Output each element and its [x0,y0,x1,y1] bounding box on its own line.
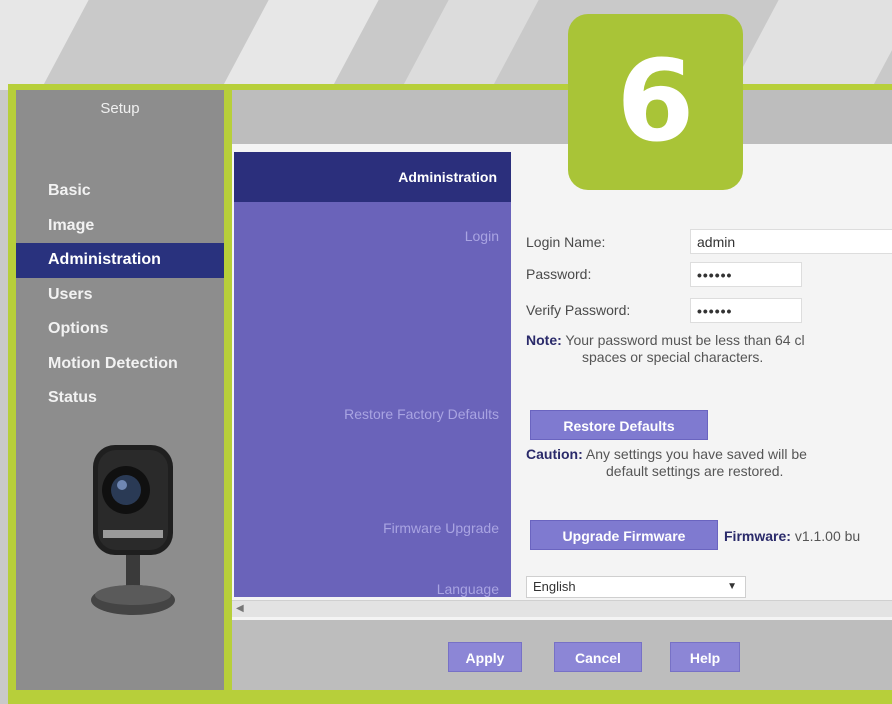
caution-text-line2: default settings are restored. [606,463,784,479]
caution-text-line1: Any settings you have saved will be [585,446,807,462]
background-stripe [0,0,100,90]
section-header: Administration [234,152,511,202]
chevron-down-icon: ▼ [727,581,737,592]
note-prefix: Note: [526,332,562,348]
horizontal-scrollbar[interactable]: ◀ [232,600,892,617]
login-name-input[interactable]: admin [690,229,892,254]
verify-password-input[interactable]: •••••• [690,298,802,323]
cancel-button[interactable]: Cancel [554,642,642,672]
sidebar: Setup Basic Image Administration Users O… [16,90,224,690]
background-stripe [730,0,892,90]
password-label: Password: [526,266,592,282]
step-number-badge: 6 [568,14,743,190]
footer-bar: Apply Cancel Help [232,620,892,690]
language-selected: English [533,579,576,594]
restore-defaults-button[interactable]: Restore Defaults [530,410,708,440]
sidebar-item-users[interactable]: Users [16,278,224,313]
upgrade-firmware-button[interactable]: Upgrade Firmware [530,520,718,550]
content-panel: Administration Login Restore Factory Def… [232,90,892,690]
sidebar-item-administration[interactable]: Administration [16,243,224,278]
top-bar [232,90,892,144]
verify-password-label: Verify Password: [526,302,631,318]
firmware-prefix: Firmware: [724,528,791,544]
firmware-version: Firmware: v1.1.00 bu [724,528,860,545]
login-section-label: Login [464,228,499,244]
sidebar-title: Setup [100,100,140,117]
section-label-column: Administration Login Restore Factory Def… [234,152,511,597]
password-note: Note: Your password must be less than 64… [526,332,805,366]
sidebar-item-options[interactable]: Options [16,312,224,347]
caution-note: Caution: Any settings you have saved wil… [526,446,807,480]
sidebar-nav: Basic Image Administration Users Options… [16,174,224,416]
note-text-line2: spaces or special characters. [582,349,764,365]
sidebar-item-motion-detection[interactable]: Motion Detection [16,347,224,382]
language-select[interactable]: English ▼ [526,576,746,598]
note-text-line1: Your password must be less than 64 cl [565,332,805,348]
restore-section-label: Restore Factory Defaults [344,406,499,422]
caution-prefix: Caution: [526,446,583,462]
help-button[interactable]: Help [670,642,740,672]
apply-button[interactable]: Apply [448,642,522,672]
login-name-label: Login Name: [526,234,606,250]
background-stripe [400,0,550,90]
sidebar-item-basic[interactable]: Basic [16,174,224,209]
sidebar-item-image[interactable]: Image [16,209,224,244]
firmware-version-value: v1.1.00 bu [794,528,861,544]
sidebar-item-status[interactable]: Status [16,381,224,416]
firmware-section-label: Firmware Upgrade [383,520,499,536]
camera-image [91,445,175,615]
password-input[interactable]: •••••• [690,262,802,287]
background-stripe [220,0,390,90]
scroll-left-icon[interactable]: ◀ [236,601,244,617]
language-section-label: Language [436,581,499,597]
